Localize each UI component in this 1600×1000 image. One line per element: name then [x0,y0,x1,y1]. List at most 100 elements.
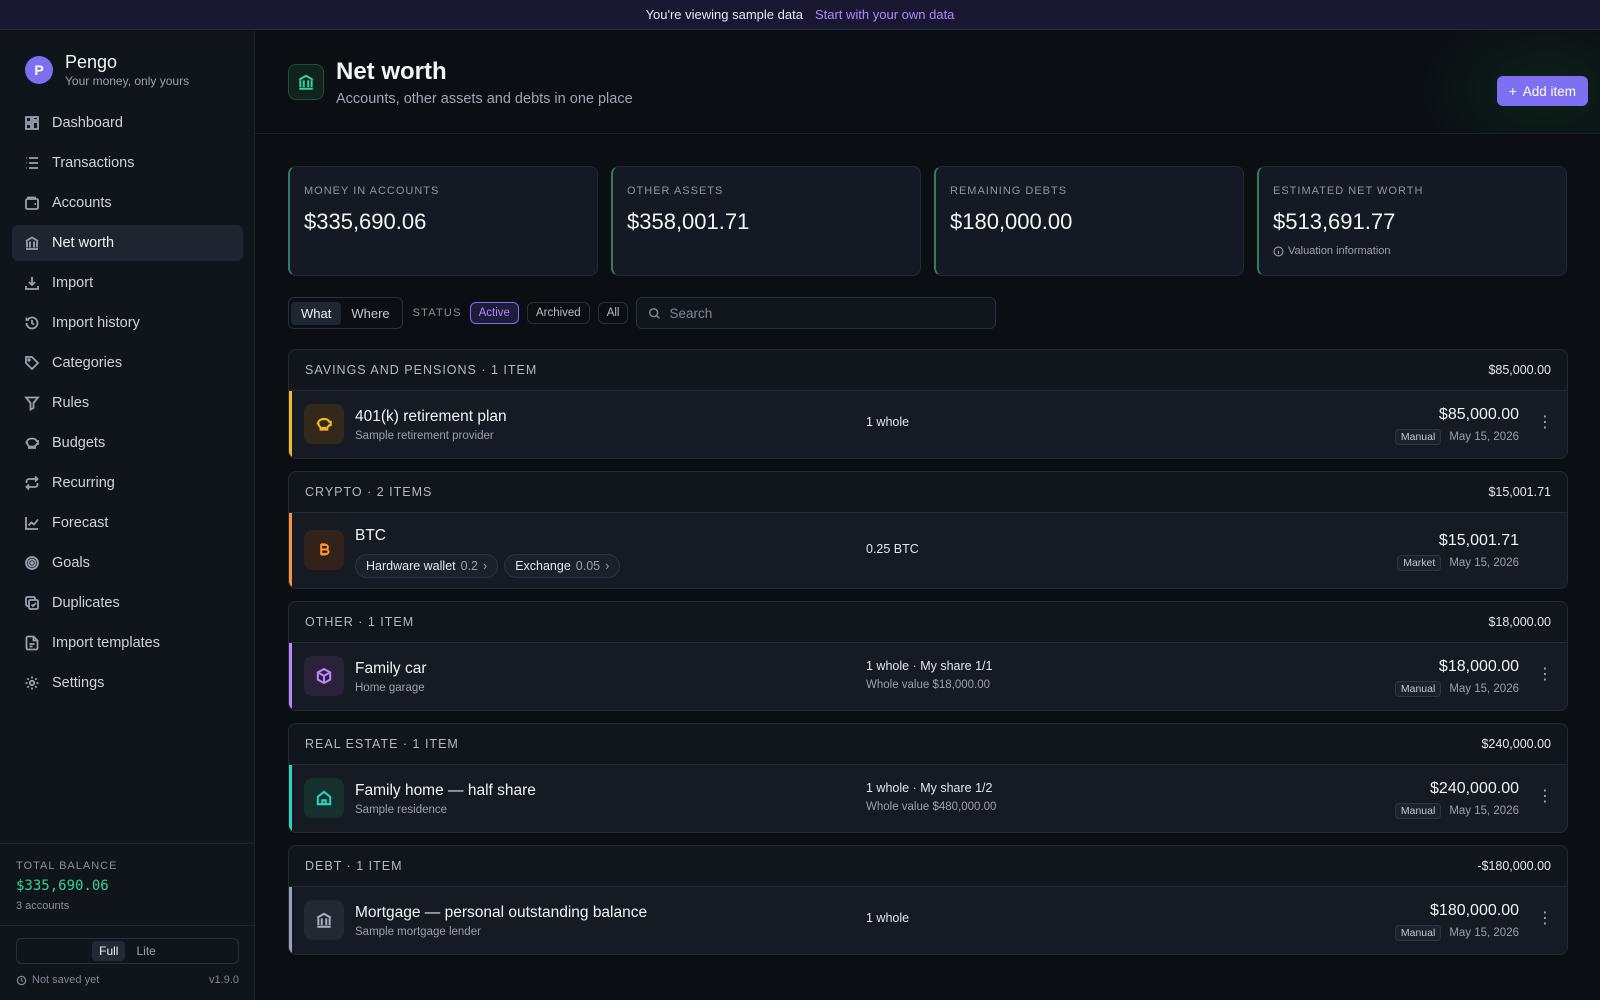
sidebar-item-categories[interactable]: Categories [12,345,243,381]
view-where-button[interactable]: Where [341,302,399,325]
main-content: Net worth Accounts, other assets and deb… [255,30,1600,1000]
sidebar-item-label: Recurring [52,475,115,491]
bank-icon [316,912,332,928]
valuation-info-link[interactable]: Valuation information [1273,245,1552,257]
mode-lite-button[interactable]: Lite [129,941,162,961]
sidebar-item-net-worth[interactable]: Net worth [12,225,243,261]
group-other: OTHER · 1 ITEM $18,000.00 Family car Hom… [288,601,1568,711]
repeat-icon [25,475,39,491]
item-name: 401(k) retirement plan [355,408,507,425]
plus-icon: + [1508,83,1517,99]
copy-check-icon [25,596,39,610]
group-total: $85,000.00 [1488,363,1551,377]
list-item[interactable]: Family home — half share Sample residenc… [289,765,1567,832]
item-meta: Manual May 15, 2026 [1394,803,1519,819]
status-label: STATUS [412,307,462,319]
group-header[interactable]: SAVINGS AND PENSIONS · 1 ITEM $85,000.00 [289,350,1567,391]
chip-label: Exchange [515,559,571,573]
page-subtitle: Accounts, other assets and debts in one … [336,91,633,107]
asset-groups: SAVINGS AND PENSIONS · 1 ITEM $85,000.00… [288,349,1568,967]
group-header[interactable]: CRYPTO · 2 ITEMS $15,001.71 [289,472,1567,513]
item-name: Family home — half share [355,782,536,799]
sidebar-item-recurring[interactable]: Recurring [12,465,243,501]
brand-logo: P [25,56,53,84]
group-title: REAL ESTATE · 1 ITEM [305,737,459,751]
holding-chip-hardware-wallet[interactable]: Hardware wallet 0.2 › [355,554,499,578]
stat-value: $513,691.77 [1273,209,1396,234]
sidebar-item-label: Forecast [52,515,109,531]
holding-chip-exchange[interactable]: Exchange 0.05 › [504,554,621,578]
sidebar-item-forecast[interactable]: Forecast [12,505,243,541]
group-title: CRYPTO · 2 ITEMS [305,485,433,499]
sidebar-item-budgets[interactable]: Budgets [12,425,243,461]
group-savings-and-pensions: SAVINGS AND PENSIONS · 1 ITEM $85,000.00… [288,349,1568,459]
stat-value: $335,690.06 [304,209,427,234]
more-options-icon[interactable]: ⋮ [1537,415,1553,431]
group-title: SAVINGS AND PENSIONS · 1 ITEM [305,363,538,377]
add-item-label: Add item [1522,83,1576,99]
group-real-estate: REAL ESTATE · 1 ITEM $240,000.00 Family … [288,723,1568,833]
group-crypto: CRYPTO · 2 ITEMS $15,001.71 BTC Hardware… [288,471,1568,589]
brand[interactable]: P Pengo Your money, only yours [25,52,189,88]
add-item-button[interactable]: + Add item [1496,76,1588,106]
dashboard-icon [25,116,39,130]
item-icon [304,900,344,940]
sidebar-item-accounts[interactable]: Accounts [12,185,243,221]
history-icon [25,316,39,330]
status-archived-button[interactable]: Archived [526,302,590,324]
wallet-icon [25,196,39,210]
total-balance-value: $335,690.06 [16,878,109,894]
list-icon [26,157,38,169]
valuation-date: May 15, 2026 [1449,927,1519,939]
mode-full-button[interactable]: Full [92,941,126,961]
status-active-button[interactable]: Active [469,302,519,324]
sidebar-item-label: Budgets [52,435,106,451]
more-options-icon[interactable]: ⋮ [1537,667,1553,683]
stat-label: OTHER ASSETS [627,185,724,197]
box-icon [316,667,332,685]
status-all-button[interactable]: All [597,302,629,324]
tag-icon [25,356,40,371]
item-quantity: 1 whole · My share 1/2 [866,781,993,795]
sidebar-item-label: Goals [52,555,90,571]
group-header[interactable]: DEBT · 1 ITEM -$180,000.00 [289,846,1567,887]
sidebar-item-settings[interactable]: Settings [12,665,243,701]
view-what-button[interactable]: What [291,301,342,325]
search-input[interactable]: Search [636,297,997,329]
valuation-date: May 15, 2026 [1449,557,1519,569]
sidebar-item-label: Net worth [52,235,115,251]
list-item[interactable]: Family car Home garage 1 whole · My shar… [289,643,1567,710]
sidebar-item-rules[interactable]: Rules [12,385,243,421]
sidebar-item-goals[interactable]: Goals [12,545,243,581]
item-amount: $85,000.00 [1438,406,1519,423]
stat-label: MONEY IN ACCOUNTS [304,185,440,197]
item-quantity: 1 whole [866,415,910,429]
brand-tagline: Your money, only yours [65,74,190,88]
item-name: BTC [355,527,386,544]
sidebar-item-import-history[interactable]: Import history [12,305,243,341]
sidebar-item-import[interactable]: Import [12,265,243,301]
download-icon [25,277,39,290]
clock-icon [16,975,27,985]
search-icon [649,307,661,319]
group-header[interactable]: OTHER · 1 ITEM $18,000.00 [289,602,1567,643]
group-total: $18,000.00 [1488,615,1551,629]
view-mode-toggle: Full Lite [16,938,239,964]
sidebar-item-dashboard[interactable]: Dashboard [12,105,243,141]
sidebar-item-transactions[interactable]: Transactions [12,145,243,181]
more-options-icon[interactable]: ⋮ [1537,789,1553,805]
item-icon [304,656,344,696]
start-own-data-link[interactable]: Start with your own data [815,7,954,22]
list-item[interactable]: BTC Hardware wallet 0.2 › Exchange 0.05 … [289,513,1567,588]
more-options-icon[interactable]: ⋮ [1537,911,1553,927]
item-meta: Market May 15, 2026 [1397,555,1519,571]
group-header[interactable]: REAL ESTATE · 1 ITEM $240,000.00 [289,724,1567,765]
stat-value: $358,001.71 [627,209,750,234]
list-item[interactable]: 401(k) retirement plan Sample retirement… [289,391,1567,458]
group-total: $15,001.71 [1488,485,1551,499]
brand-name: Pengo [65,52,118,72]
item-meta: Manual May 15, 2026 [1394,429,1519,445]
sidebar-item-import-templates[interactable]: Import templates [12,625,243,661]
list-item[interactable]: Mortgage — personal outstanding balance … [289,887,1567,954]
sidebar-item-duplicates[interactable]: Duplicates [12,585,243,621]
